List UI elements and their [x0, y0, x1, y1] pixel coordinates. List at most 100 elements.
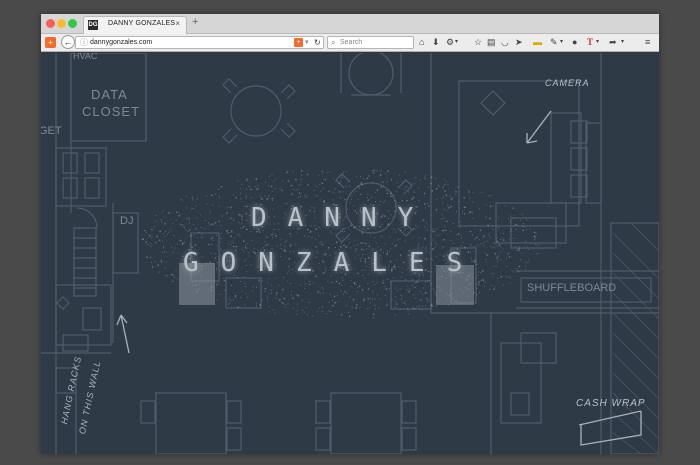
particle [404, 188, 406, 190]
forward-icon[interactable]: ➦ [609, 36, 617, 49]
particle [223, 279, 226, 282]
particle [300, 179, 302, 181]
particle [503, 233, 505, 234]
particle [380, 200, 381, 202]
particle [319, 199, 321, 201]
particle [270, 289, 272, 291]
particle [219, 197, 220, 199]
settings-dropdown-icon[interactable]: ▾ [455, 36, 458, 49]
settings-icon[interactable]: ⚙ [446, 36, 454, 49]
particle [151, 237, 153, 238]
particle [218, 220, 220, 223]
particle [404, 171, 406, 173]
particle [318, 235, 320, 237]
particle [292, 297, 294, 299]
page-info-icon[interactable]: ⓘ [80, 37, 88, 48]
menu-icon[interactable]: ≡ [645, 36, 650, 49]
particle [524, 268, 526, 270]
particle [333, 295, 336, 298]
window-minimize-button[interactable] [57, 19, 66, 28]
particle [508, 217, 509, 219]
particle [302, 309, 304, 311]
particle [340, 177, 342, 179]
particle [507, 253, 509, 255]
particle [486, 254, 488, 257]
eyedropper-dropdown-icon[interactable]: ▾ [560, 36, 563, 49]
particle [479, 229, 482, 231]
particle [146, 256, 148, 258]
particle [211, 223, 213, 225]
particle [157, 264, 159, 266]
particle [182, 226, 184, 228]
font-icon[interactable]: T [587, 36, 593, 49]
note-icon[interactable]: ▬ [533, 36, 542, 49]
window-maximize-button[interactable] [68, 19, 77, 28]
particle [304, 311, 306, 313]
particle [340, 243, 342, 245]
particle [496, 256, 499, 258]
star-icon[interactable]: ☆ [474, 36, 482, 49]
forward-dropdown-icon[interactable]: ▾ [621, 36, 624, 49]
new-tab-button[interactable]: + [192, 16, 198, 28]
particle [252, 286, 254, 288]
particle [220, 237, 222, 239]
eyedropper-icon[interactable]: ✎ [550, 36, 558, 49]
particle [396, 244, 397, 246]
url-bar[interactable]: ⓘ dannygonzales.com + ▾ ↻ [75, 36, 324, 49]
particle [251, 240, 253, 241]
particle [446, 210, 448, 212]
url-dropdown-icon[interactable]: ▾ [305, 37, 309, 48]
urlbar-addon-icon[interactable]: + [294, 38, 303, 47]
url-text[interactable]: dannygonzales.com [90, 38, 152, 48]
particle [376, 282, 378, 284]
particle [197, 198, 198, 200]
particle [413, 294, 415, 296]
particle [271, 198, 274, 200]
particle [408, 290, 410, 293]
particle [289, 233, 291, 235]
chat-icon[interactable]: ● [572, 36, 577, 49]
particle [198, 231, 200, 233]
particle [290, 184, 293, 187]
particle [417, 245, 419, 246]
particle [502, 248, 504, 250]
bookmark-addon-icon[interactable]: + [45, 37, 56, 48]
particle [455, 234, 457, 236]
tab-close-icon[interactable]: × [175, 19, 180, 28]
font-dropdown-icon[interactable]: ▾ [596, 36, 599, 49]
particle [220, 225, 222, 226]
particle [419, 291, 421, 293]
particle [211, 244, 213, 245]
particle [173, 277, 175, 278]
particle [435, 209, 438, 211]
particle [205, 220, 206, 221]
particle [415, 282, 417, 284]
particle [523, 223, 524, 224]
particle [493, 288, 495, 290]
send-icon[interactable]: ➤ [515, 36, 523, 49]
particle [500, 259, 502, 261]
search-input[interactable]: ⌕ Search [327, 36, 414, 49]
particle [515, 249, 517, 251]
tab-danny-gonzales[interactable]: DG DANNY GONZALES × [83, 16, 187, 34]
particle [313, 282, 314, 284]
clipboard-icon[interactable]: ▤ [487, 36, 496, 49]
particle [438, 184, 439, 186]
particle [442, 230, 444, 232]
particle [295, 179, 297, 181]
particle [145, 230, 147, 232]
particle [443, 179, 445, 180]
home-icon[interactable]: ⌂ [419, 36, 424, 49]
particle [360, 182, 362, 184]
pocket-icon[interactable]: ◡ [501, 36, 509, 49]
particle [362, 300, 364, 301]
particle [511, 269, 513, 271]
window-close-button[interactable] [46, 19, 55, 28]
particle [412, 279, 414, 281]
reload-icon[interactable]: ↻ [314, 37, 321, 48]
download-icon[interactable]: ⬇ [432, 36, 440, 49]
particle [289, 283, 291, 284]
particle [287, 180, 290, 182]
back-button[interactable]: ← [61, 35, 75, 49]
particle [375, 192, 377, 194]
